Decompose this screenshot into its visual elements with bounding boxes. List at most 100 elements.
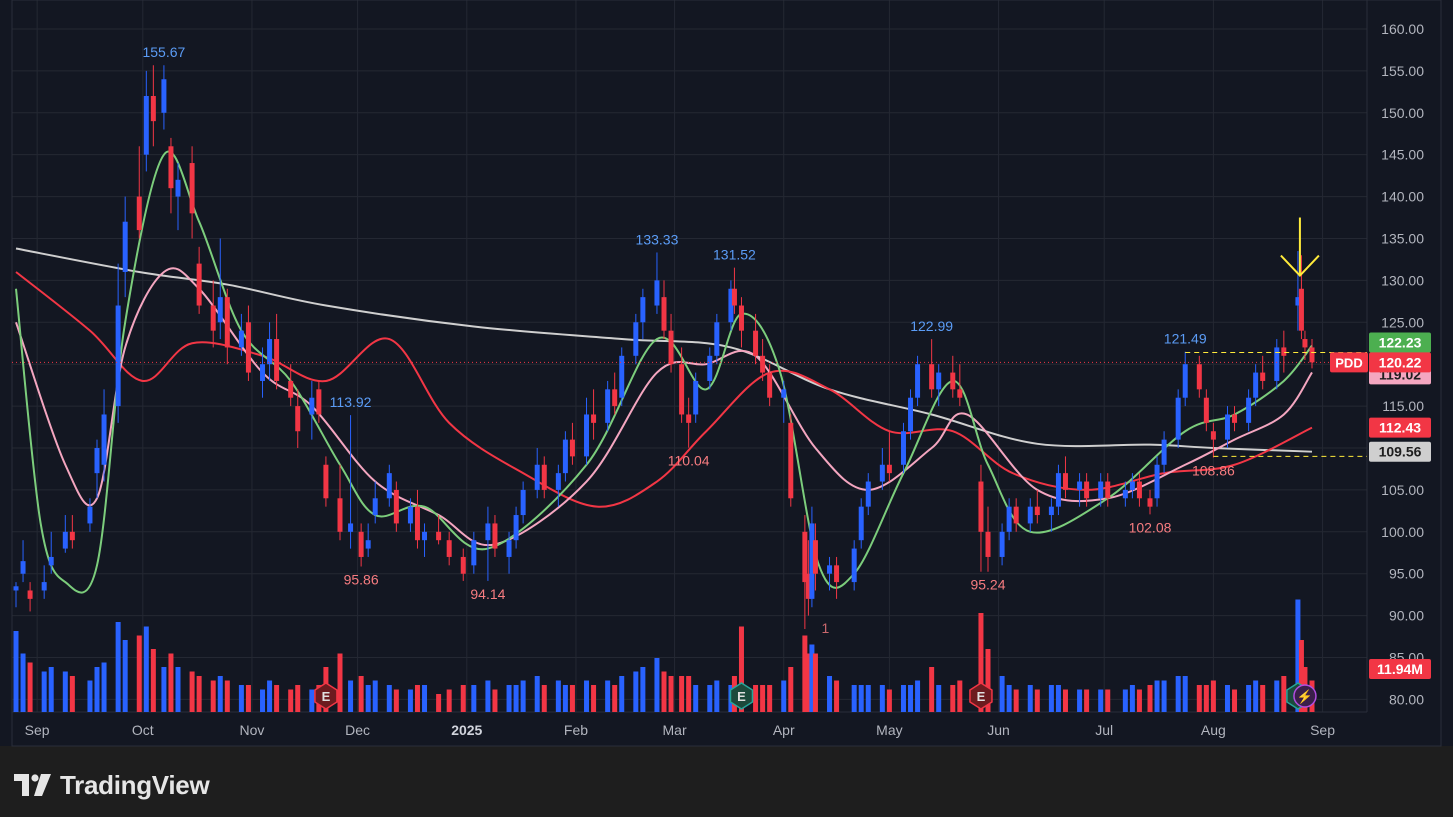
tradingview-logo[interactable]: TradingView [14, 768, 210, 802]
volume-bar [196, 676, 202, 712]
x-tick-label: Apr [773, 722, 795, 738]
candle-body [584, 414, 590, 457]
candle-body [48, 556, 54, 566]
symbol-tag-text: PDD [1335, 355, 1362, 370]
candle-body [640, 297, 646, 323]
candle-body [260, 364, 266, 381]
candle-body [1077, 481, 1083, 490]
candle-body [957, 389, 963, 398]
volume-bar [1246, 685, 1252, 712]
volume-bar [393, 689, 399, 712]
extreme-price-label: 94.14 [470, 586, 505, 602]
event-marker-letter: E [977, 689, 986, 704]
volume-bar [189, 671, 195, 712]
candle-body [812, 540, 818, 574]
volume-bar [506, 685, 512, 712]
volume-bar [693, 685, 699, 712]
volume-bar [1006, 685, 1012, 712]
volume-bar [492, 689, 498, 712]
volume-bar [886, 689, 892, 712]
volume-bar [422, 685, 428, 712]
price-label: 11.94M [1369, 659, 1431, 679]
volume-bar [471, 685, 477, 712]
candle-body [87, 506, 93, 524]
volume-bar [591, 685, 597, 712]
dividend-icon: ⚡ [1293, 684, 1317, 708]
candle-body [679, 364, 685, 415]
volume-bar [1098, 689, 1104, 712]
price-label-text: 122.23 [1379, 335, 1422, 351]
volume-bar [851, 685, 857, 712]
volume-bar [900, 685, 906, 712]
chart-frame: 160.00 155.00 150.00 145.00 140.00 135.00 130.… [0, 0, 1453, 747]
candle-body [471, 540, 477, 566]
candle-body [309, 397, 315, 415]
volume-bar [584, 680, 590, 712]
candle-body [1136, 481, 1142, 499]
candle-body [136, 196, 142, 231]
volume-bar [150, 649, 156, 712]
candle-body [168, 146, 174, 189]
volume-bar [115, 622, 121, 712]
volume-bar [1196, 685, 1202, 712]
candle-body [900, 431, 906, 465]
candle-body [506, 540, 512, 557]
volume-bar [1232, 689, 1238, 712]
candle-body [288, 380, 294, 398]
candle-body [591, 414, 597, 423]
candle-body [978, 481, 984, 532]
candle [788, 414, 794, 507]
candle-body [122, 221, 128, 272]
price-label-text: 120.22 [1379, 354, 1422, 370]
candle-body [245, 322, 251, 373]
volume-bar [513, 685, 519, 712]
y-tick-label: 100.00 [1381, 524, 1424, 540]
volume-bar [1147, 685, 1153, 712]
y-tick-label: 95.00 [1389, 566, 1424, 582]
candle-body [295, 406, 301, 432]
volume-bar [999, 676, 1005, 712]
candle-body [20, 561, 26, 574]
extreme-price-label: 113.92 [330, 394, 372, 410]
candle-body [686, 414, 692, 423]
candle-body [143, 96, 149, 155]
event-marker-letter: E [322, 689, 331, 704]
volume-bar [950, 685, 956, 712]
candle-body [1048, 506, 1054, 516]
volume-bar [87, 680, 93, 712]
volume-bar [122, 640, 128, 712]
extreme-price-label: 110.04 [668, 453, 710, 469]
candle-body [738, 305, 744, 331]
candle-body [1203, 397, 1209, 423]
candle-body [1055, 473, 1061, 507]
candle-body [1281, 347, 1287, 356]
candle-body [1253, 372, 1259, 398]
extreme-price-label: 155.67 [142, 44, 185, 60]
volume-bar [446, 689, 452, 712]
extreme-price-label: 121.49 [1164, 331, 1207, 347]
volume-bar [238, 685, 244, 712]
candle-body [707, 355, 713, 381]
volume-bar [908, 685, 914, 712]
volume-bar [485, 680, 491, 712]
candle-body [1260, 372, 1266, 381]
candle-body [1175, 397, 1181, 440]
volume-bar [136, 635, 142, 712]
price-chart[interactable]: 160.00 155.00 150.00 145.00 140.00 135.00 130.… [0, 0, 1453, 747]
candle-body [115, 305, 121, 407]
volume-bar [605, 680, 611, 712]
candle-body [781, 389, 787, 398]
candle-body [1122, 489, 1128, 499]
y-tick-label: 135.00 [1381, 230, 1424, 246]
volume-bar [1105, 689, 1111, 712]
volume-bar [661, 671, 667, 712]
volume-bar [827, 676, 833, 712]
candle-body [851, 548, 857, 583]
volume-bar [260, 689, 266, 712]
candle-body [1105, 481, 1111, 499]
candle-body [1309, 347, 1315, 363]
x-tick-label: 2025 [451, 722, 482, 738]
volume-bar [915, 680, 921, 712]
volume-bar [788, 667, 794, 712]
candle-body [767, 372, 773, 398]
